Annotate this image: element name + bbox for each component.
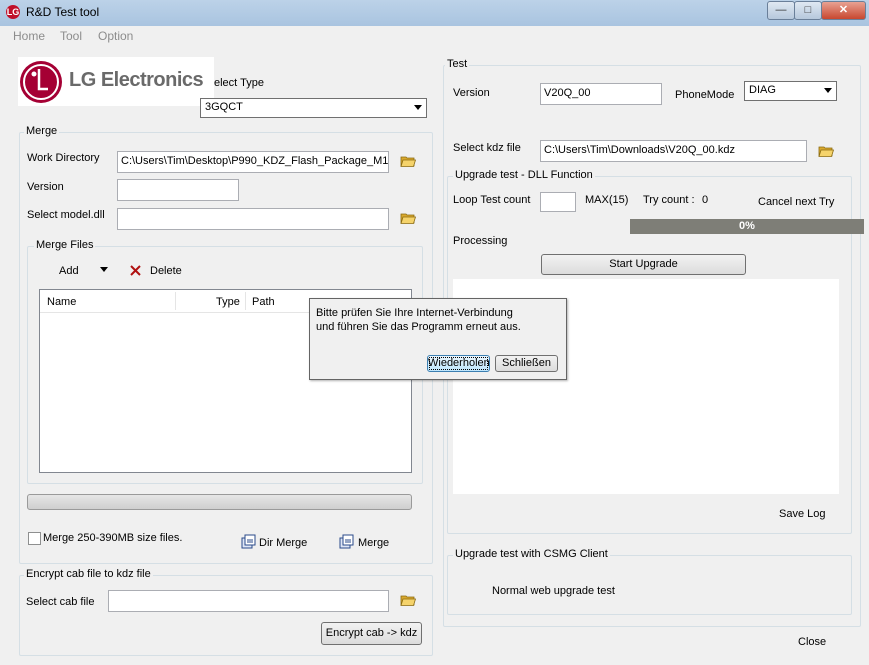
cancel-next-try-label[interactable]: Cancel next Try [758,196,834,208]
column-divider [175,292,176,310]
try-count-value: 0 [702,194,709,206]
try-count-label: Try count : [643,194,695,206]
window-title: R&D Test tool [26,5,100,19]
menu-home[interactable]: Home [13,29,45,43]
test-version-label: Version [453,87,490,99]
dialog-message-line1: Bitte prüfen Sie Ihre Internet-Verbindun… [316,307,513,319]
connection-error-dialog: Bitte prüfen Sie Ihre Internet-Verbindun… [309,298,567,380]
select-model-dll-label: Select model.dll [27,209,105,221]
select-type-value: 3GQCT [205,101,243,113]
csmg-group-title: Upgrade test with CSMG Client [453,548,610,560]
close-icon: ✕ [838,4,849,16]
loop-count-field[interactable] [540,192,576,212]
title-bar [0,0,869,27]
merge-size-label: Merge 250-390MB size files. [43,532,183,544]
merge-group-title: Merge [24,125,60,137]
select-kdz-label: Select kdz file [453,142,521,154]
folder-open-icon[interactable] [400,155,416,168]
add-button[interactable]: Add [59,265,79,277]
folder-open-icon[interactable] [400,212,416,225]
kdz-file-field[interactable]: C:\Users\Tim\Downloads\V20Q_00.kdz [540,140,807,162]
menu-option[interactable]: Option [98,29,133,43]
select-type-combo[interactable]: 3GQCT [200,98,427,118]
close-button[interactable]: Close [798,636,826,648]
column-type[interactable]: Type [216,296,240,308]
merge-size-checkbox[interactable] [28,532,41,545]
merge-button[interactable]: Merge [358,537,389,549]
model-dll-field[interactable] [117,208,389,230]
upgrade-progress-bar: 0% [630,219,864,234]
encrypt-cab-button[interactable]: Encrypt cab -> kdz [321,622,422,645]
menu-tool[interactable]: Tool [60,29,82,43]
work-directory-field[interactable]: C:\Users\Tim\Desktop\P990_KDZ_Flash_Pack… [117,151,389,173]
phone-mode-combo[interactable]: DIAG [744,81,837,101]
phone-mode-value: DIAG [749,84,776,96]
test-version-field[interactable]: V20Q_00 [540,83,662,105]
delete-button[interactable]: Delete [150,265,182,277]
app-icon: LG [6,5,20,19]
delete-icon[interactable] [129,264,142,277]
folder-open-icon[interactable] [400,594,416,607]
chevron-down-icon [824,88,832,93]
version-label: Version [27,181,64,193]
work-directory-label: Work Directory [27,152,100,164]
max-label: MAX(15) [585,194,629,206]
merge-progress-bar [27,494,412,510]
lg-logo: LG Electronics [18,57,214,106]
dir-merge-icon[interactable] [241,534,257,549]
start-upgrade-button[interactable]: Start Upgrade [541,254,746,275]
loop-count-label: Loop Test count [453,194,531,206]
cab-file-field[interactable] [108,590,389,612]
encrypt-group-title: Encrypt cab file to kdz file [24,568,153,580]
column-path[interactable]: Path [252,296,275,308]
normal-web-upgrade-button[interactable]: Normal web upgrade test [492,585,615,597]
select-type-label: elect Type [214,77,264,89]
test-group-title: Test [445,58,470,70]
version-field[interactable] [117,179,239,201]
column-divider [245,292,246,310]
processing-label: Processing [453,235,508,247]
minimize-icon: — [775,4,787,16]
upgrade-progress-text: 0% [739,220,755,232]
maximize-button[interactable]: □ [794,1,822,20]
save-log-button[interactable]: Save Log [779,508,825,520]
dialog-close-button[interactable]: Schließen [495,355,558,372]
merge-files-title: Merge Files [34,239,96,251]
merge-icon[interactable] [339,534,355,549]
dir-merge-button[interactable]: Dir Merge [259,537,307,549]
folder-open-icon[interactable] [818,145,834,158]
maximize-icon: □ [804,4,812,16]
minimize-button[interactable]: — [767,1,795,20]
select-cab-label: Select cab file [26,596,95,608]
logo-text: LG Electronics [69,69,204,91]
chevron-down-icon [414,105,422,110]
dll-group-title: Upgrade test - DLL Function [453,169,595,181]
retry-button[interactable]: Wiederholen [427,355,490,372]
column-name[interactable]: Name [47,296,76,308]
phone-mode-label: PhoneMode [675,89,735,101]
add-dropdown-icon[interactable] [100,267,108,272]
close-window-button[interactable]: ✕ [821,1,866,20]
dialog-message-line2: und führen Sie das Programm erneut aus. [316,321,521,333]
